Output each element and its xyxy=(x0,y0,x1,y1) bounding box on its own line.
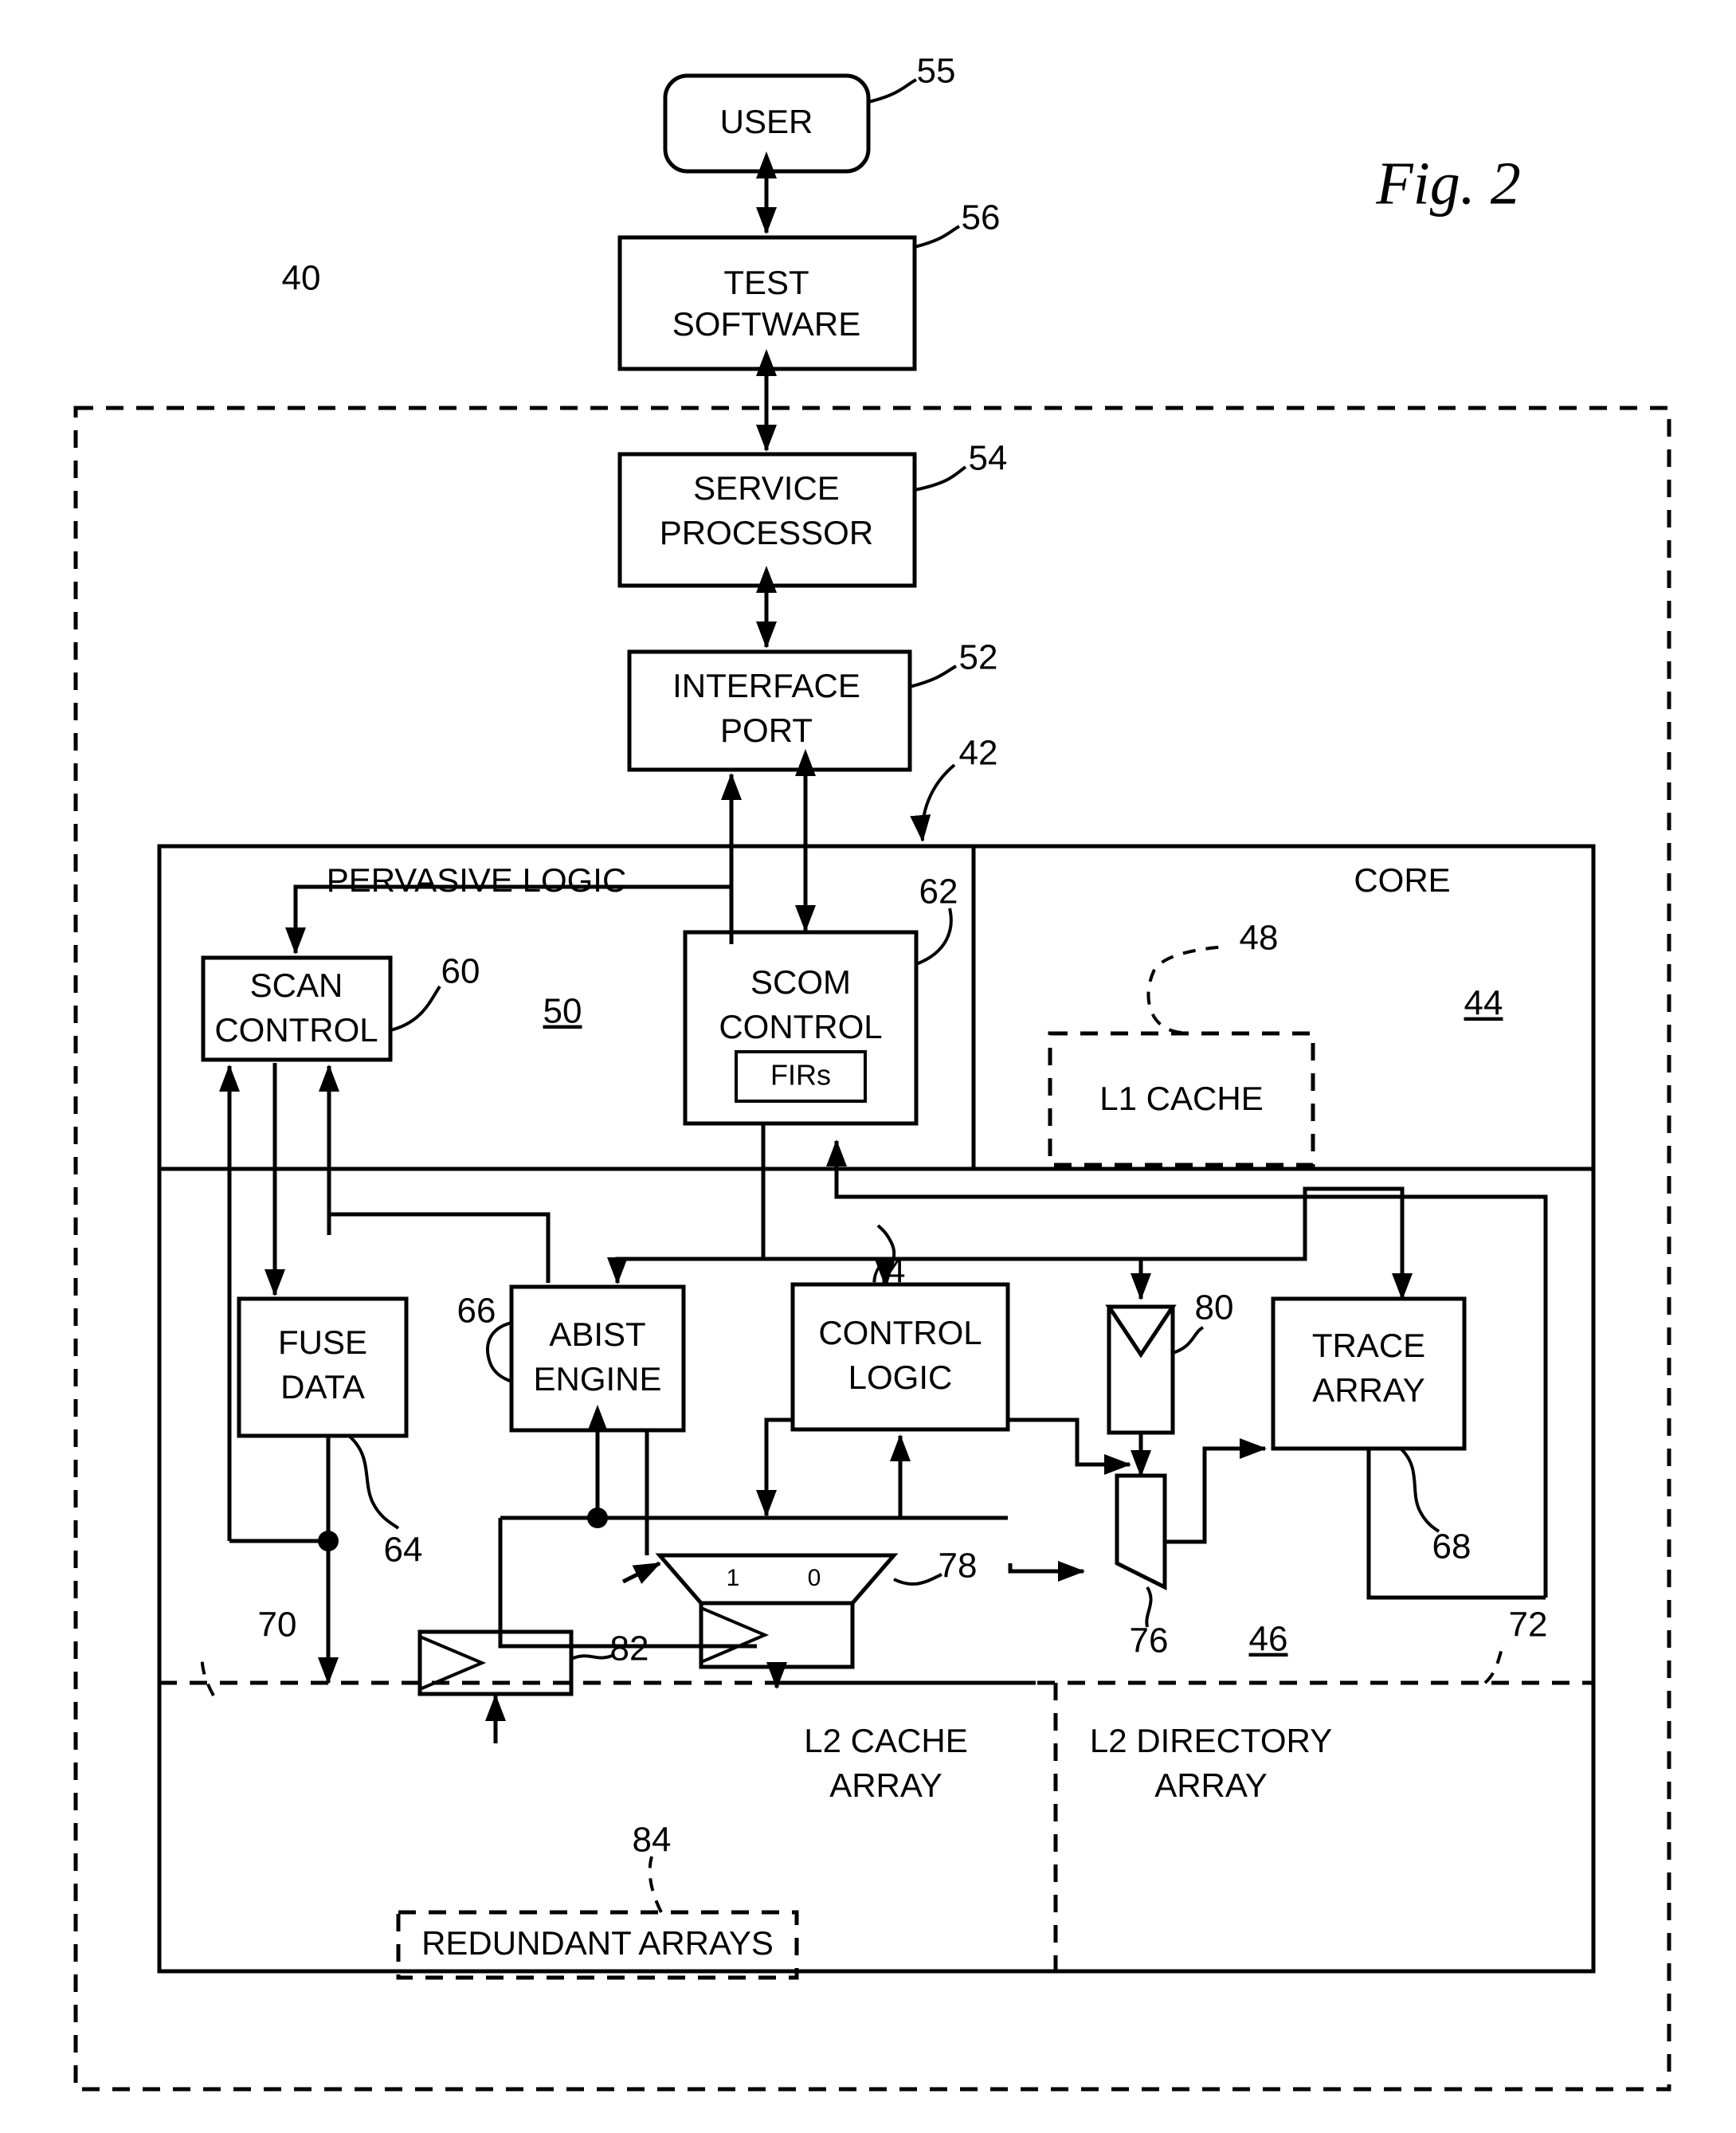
leader-82 xyxy=(570,1654,613,1661)
test-software-box[interactable] xyxy=(617,235,917,371)
junction-dot-fuse xyxy=(318,1531,339,1551)
redundant-arrays-label: REDUNDANT ARRAYS xyxy=(421,1924,774,1962)
diagram-canvas: USER 55 TEST SOFTWARE 56 SERVICE PROCESS… xyxy=(73,52,1671,2092)
ref-70: 70 xyxy=(258,1606,297,1645)
ref-64: 64 xyxy=(384,1531,423,1570)
leader-70 xyxy=(200,1652,215,1696)
ref-74: 74 xyxy=(867,1252,906,1291)
ref-82: 82 xyxy=(610,1629,649,1668)
output-mux-76 xyxy=(1115,1473,1167,1591)
core-label: CORE xyxy=(1354,861,1450,899)
ref-40: 40 xyxy=(282,259,321,298)
abist-engine-label-2: ENGINE xyxy=(533,1360,661,1398)
l2-cache-array-label-2: ARRAY xyxy=(829,1766,942,1804)
l2-directory-array-label-1: L2 DIRECTORY xyxy=(1090,1722,1332,1759)
fuse-data-box[interactable] xyxy=(237,1296,409,1438)
control-logic-box[interactable] xyxy=(790,1282,1010,1432)
ref-54: 54 xyxy=(969,439,1008,478)
ref-84: 84 xyxy=(633,1821,672,1860)
ref-68: 68 xyxy=(1432,1527,1471,1566)
service-processor-label-1: SERVICE xyxy=(693,469,840,507)
abist-engine-box[interactable] xyxy=(509,1284,686,1433)
mux78-sel-1: 1 xyxy=(727,1565,740,1591)
leader-66 xyxy=(486,1321,512,1382)
system-boundary-40 xyxy=(73,406,1671,2092)
test-software-label-2: SOFTWARE xyxy=(672,305,860,343)
leader-48 xyxy=(1146,945,1228,1034)
leader-60 xyxy=(390,985,441,1032)
ref-48: 48 xyxy=(1240,919,1279,958)
abist-engine-label-1: ABIST xyxy=(549,1315,645,1353)
interface-port-label-2: PORT xyxy=(720,712,813,749)
test-software-label-1: TEST xyxy=(723,264,809,301)
ref-80: 80 xyxy=(1195,1288,1234,1327)
ref-78: 78 xyxy=(939,1547,978,1586)
l2-directory-array-label-2: ARRAY xyxy=(1154,1766,1268,1804)
control-logic-label-2: LOGIC xyxy=(848,1359,953,1396)
wire-abist-bus-left xyxy=(498,1518,757,1649)
pervasive-logic-label: PERVASIVE LOGIC xyxy=(327,861,627,899)
wire-controllogic-sel1 xyxy=(756,1417,793,1517)
mux78-driver-body xyxy=(699,1601,855,1669)
fuse-data-label-2: DATA xyxy=(280,1368,365,1406)
leader-62 xyxy=(915,908,953,966)
wire-in-mux76-lower xyxy=(1008,1561,1085,1582)
ref-56: 56 xyxy=(962,198,1001,237)
l1-cache-label: L1 CACHE xyxy=(1099,1080,1263,1117)
wire-scom-to-abist xyxy=(607,1257,763,1284)
fuse-data-label-1: FUSE xyxy=(278,1323,367,1361)
mux78-driver-triangle xyxy=(700,1606,770,1664)
ref-52: 52 xyxy=(959,638,998,677)
trace-array-label-2: ARRAY xyxy=(1312,1371,1425,1409)
leader-80 xyxy=(1172,1326,1205,1355)
leader-54 xyxy=(914,465,967,492)
wire-controllogic-to-mux76 xyxy=(1008,1417,1131,1475)
leader-68 xyxy=(1399,1447,1440,1533)
wire-mux76-to-trace xyxy=(1165,1438,1267,1544)
leader-84 xyxy=(648,1856,663,1913)
scom-control-label-1: SCOM xyxy=(750,963,851,1001)
ref-76: 76 xyxy=(1130,1621,1169,1661)
ref-55: 55 xyxy=(917,52,956,91)
wire-bus-into-mux78 xyxy=(621,1561,661,1584)
ref-46: 46 xyxy=(1249,1620,1288,1659)
scom-control-label-2: CONTROL xyxy=(719,1008,882,1045)
ref-42: 42 xyxy=(959,734,998,773)
comparator-notch xyxy=(1105,1304,1177,1359)
l2-cache-array-label-1: L2 CACHE xyxy=(804,1722,967,1759)
mux78-sel-0: 0 xyxy=(808,1565,821,1591)
wire-scom-bus-right xyxy=(763,1186,1405,1281)
scan-control-label-2: CONTROL xyxy=(214,1011,378,1049)
patent-figure-page: USER 55 TEST SOFTWARE 56 SERVICE PROCESS… xyxy=(0,0,1736,2133)
trace-array-label-1: TRACE xyxy=(1312,1327,1425,1364)
ref-62: 62 xyxy=(919,872,958,912)
leader-64 xyxy=(347,1434,400,1530)
leader-55 xyxy=(868,78,917,104)
firs-label: FIRs xyxy=(770,1059,831,1092)
scan-control-label-1: SCAN xyxy=(250,967,343,1004)
ref-72: 72 xyxy=(1509,1606,1548,1645)
leader-56 xyxy=(914,225,961,249)
leader-72 xyxy=(1483,1641,1506,1684)
leader-52 xyxy=(909,665,957,688)
figure-label: Fig. 2 xyxy=(1375,150,1521,217)
ref-66: 66 xyxy=(457,1292,496,1331)
service-processor-label-2: PROCESSOR xyxy=(660,514,873,551)
ref-50: 50 xyxy=(543,992,582,1031)
wire-scan-right-to-abist xyxy=(327,1212,551,1283)
wire-trace-out xyxy=(1366,1449,1546,1600)
control-logic-label-1: CONTROL xyxy=(818,1314,982,1351)
ref-60: 60 xyxy=(441,952,480,991)
leader-42 xyxy=(910,763,956,842)
input-mux-78 xyxy=(655,1553,899,1606)
ref-44: 44 xyxy=(1464,984,1503,1023)
comparator-body xyxy=(1107,1307,1175,1435)
user-label: USER xyxy=(720,103,813,140)
leader-78 xyxy=(893,1573,942,1586)
interface-port-label-1: INTERFACE xyxy=(672,667,860,704)
